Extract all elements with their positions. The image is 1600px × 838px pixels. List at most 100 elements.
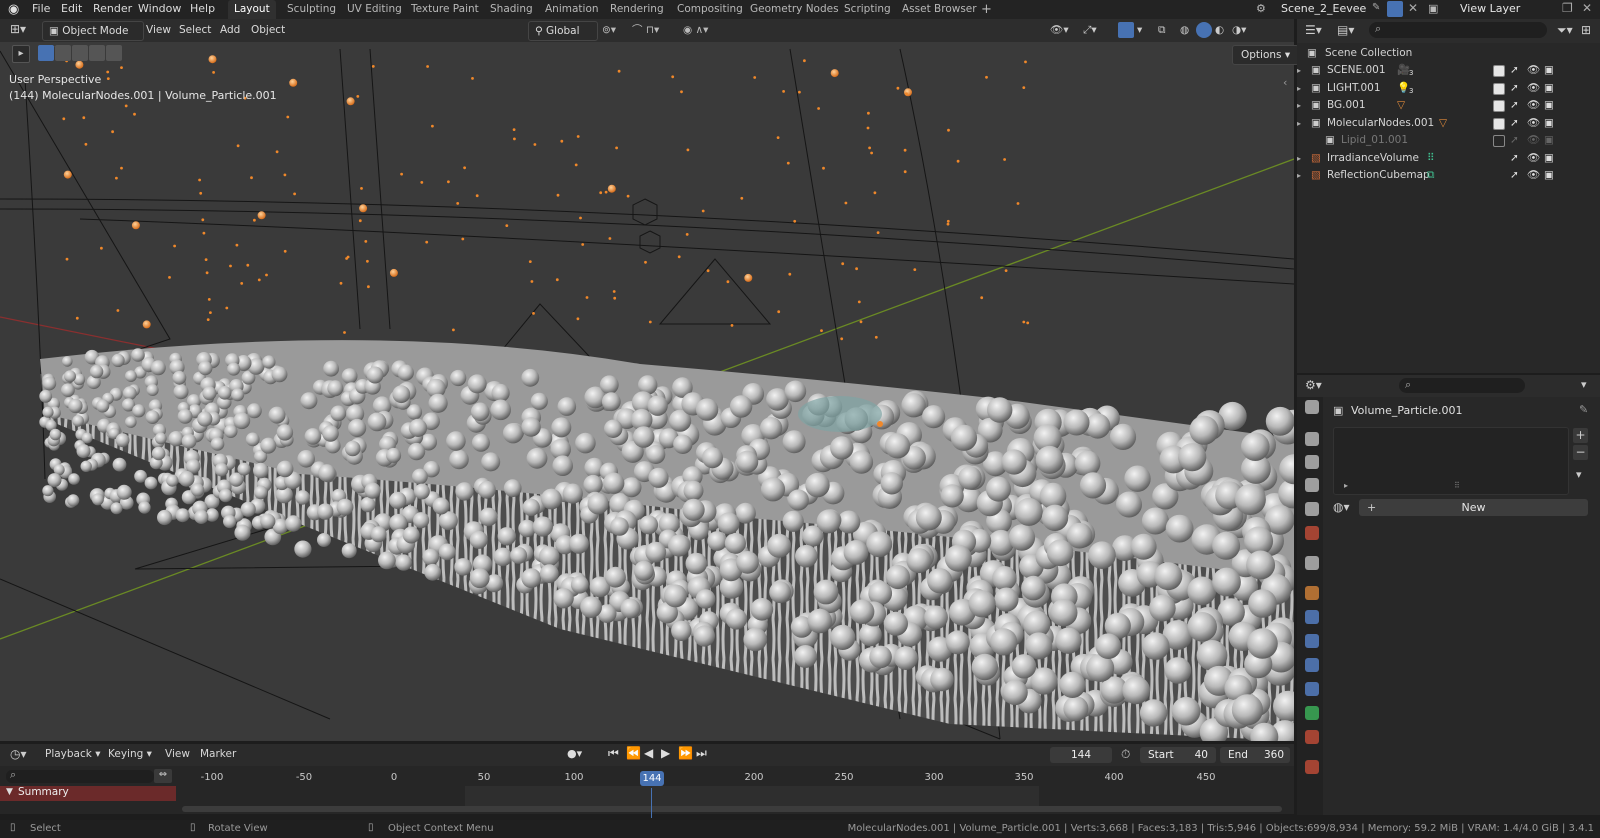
outliner-editor-icon[interactable]: ☰▾ xyxy=(1305,23,1322,37)
playhead-frame-indicator[interactable]: 144 xyxy=(640,771,664,786)
menu-render[interactable]: Render xyxy=(93,2,132,15)
menu-edit[interactable]: Edit xyxy=(61,2,82,15)
expand-arrow-icon[interactable]: ▸ xyxy=(1297,150,1301,167)
jump-start-icon[interactable]: ⏮ xyxy=(608,746,619,761)
overlays-icon[interactable] xyxy=(1118,22,1134,38)
collection-icon[interactable] xyxy=(1305,556,1319,570)
tab-shading[interactable]: Shading xyxy=(484,0,539,19)
eye-icon[interactable]: 👁 xyxy=(1527,115,1540,132)
expand-arrow-icon[interactable]: ▸ xyxy=(1297,115,1301,132)
timeline-search-input[interactable]: ⌕ xyxy=(6,768,154,783)
timeline-scrollbar[interactable] xyxy=(182,806,1282,812)
editor-type-icon[interactable]: ⊞▾ xyxy=(10,22,26,36)
scene-name[interactable]: Scene_2_Eevee xyxy=(1281,2,1366,15)
texture-icon[interactable] xyxy=(1305,760,1319,774)
tab-compositing[interactable]: Compositing xyxy=(671,0,749,19)
record-icon[interactable]: ●▾ xyxy=(567,747,582,760)
start-frame-field[interactable]: Start 40 xyxy=(1140,747,1216,763)
render-icon[interactable] xyxy=(1305,432,1319,446)
eye-icon[interactable]: 👁 xyxy=(1527,80,1540,97)
exclude-checkbox[interactable] xyxy=(1493,65,1505,77)
select-extend-icon[interactable] xyxy=(55,45,71,61)
selectable-icon[interactable]: ➚ xyxy=(1510,115,1519,132)
eye-icon[interactable]: 👁 xyxy=(1527,62,1540,79)
end-frame-field[interactable]: End 360 xyxy=(1220,747,1290,763)
chevron-down-icon[interactable]: ▾ xyxy=(1581,378,1587,391)
filter-icon[interactable]: ⏷▾ xyxy=(1557,23,1573,38)
add-slot-icon[interactable]: + xyxy=(1573,428,1588,443)
eye-icon[interactable]: 👁 xyxy=(1527,97,1540,114)
delete-scene-icon[interactable]: ✕ xyxy=(1408,1,1418,15)
sidebar-toggle-icon[interactable]: ‹ xyxy=(1283,76,1287,89)
summary-row[interactable]: ▼ Summary xyxy=(0,786,176,801)
camera-icon[interactable]: ▣ xyxy=(1544,97,1554,114)
solid-shading-icon[interactable] xyxy=(1196,22,1212,38)
select-box-icon[interactable] xyxy=(38,45,54,61)
delete-view-layer-icon[interactable]: ✕ xyxy=(1582,1,1592,15)
menu-help[interactable]: Help xyxy=(190,2,215,15)
menu-timeline-view[interactable]: View xyxy=(165,748,190,760)
eye-icon[interactable]: 👁 xyxy=(1527,150,1540,167)
exclude-checkbox[interactable] xyxy=(1493,100,1505,112)
tab-geometry-nodes[interactable]: Geometry Nodes xyxy=(744,0,845,19)
scene-icon[interactable]: ⚙ xyxy=(1256,2,1266,15)
expand-icon[interactable]: ▸ xyxy=(1344,481,1348,490)
new-collection-icon[interactable]: ⊞ xyxy=(1581,23,1591,37)
select-subtract-icon[interactable] xyxy=(72,45,88,61)
menu-keying[interactable]: Keying ▾ xyxy=(108,748,152,760)
mode-dropdown[interactable]: ▣ Object Mode ▾ xyxy=(42,21,144,55)
menu-object[interactable]: Object xyxy=(251,21,285,39)
display-mode-icon[interactable]: ▤▾ xyxy=(1337,23,1354,37)
wireframe-shading-icon[interactable]: ◍ xyxy=(1180,21,1189,39)
toolbar-toggle-icon[interactable]: ▸ xyxy=(12,45,30,63)
menu-playback[interactable]: Playback ▾ xyxy=(45,748,100,760)
gizmo-icon[interactable]: ⤢▾ xyxy=(1083,21,1097,39)
object-icon[interactable] xyxy=(1305,586,1319,600)
exclude-checkbox[interactable] xyxy=(1493,82,1505,95)
tab-scripting[interactable]: Scripting xyxy=(838,0,897,19)
exclude-checkbox[interactable] xyxy=(1493,135,1505,147)
jump-end-icon[interactable]: ⏭ xyxy=(696,746,707,761)
play-icon[interactable]: ▶ xyxy=(661,746,670,760)
rendered-shading-icon[interactable]: ◑▾ xyxy=(1232,21,1246,39)
tab-animation[interactable]: Animation xyxy=(539,0,605,19)
pin-icon[interactable]: ✎ xyxy=(1579,403,1588,416)
modifier-icon[interactable] xyxy=(1305,610,1319,624)
outliner-search-input[interactable]: ⌕ xyxy=(1369,22,1547,38)
prev-keyframe-icon[interactable]: ⏪ xyxy=(626,746,641,760)
menu-select[interactable]: Select xyxy=(179,21,211,39)
stopwatch-icon[interactable]: ⏱ xyxy=(1121,747,1130,762)
play-reverse-icon[interactable]: ◀ xyxy=(644,746,653,760)
data-icon[interactable] xyxy=(1305,706,1319,720)
tab-layout[interactable]: Layout xyxy=(228,0,276,19)
new-scene-icon[interactable] xyxy=(1387,1,1403,17)
browse-material-icon[interactable]: ◍▾ xyxy=(1333,500,1350,514)
overlays-dropdown-icon[interactable]: ▾ xyxy=(1137,21,1142,39)
new-material-button[interactable]: + New xyxy=(1359,499,1588,516)
swap-icon[interactable]: ⇔ xyxy=(154,769,172,783)
chevron-down-icon[interactable]: ▾ xyxy=(1576,468,1582,481)
tool-icon[interactable] xyxy=(1305,400,1319,414)
constraints-icon[interactable] xyxy=(1305,682,1319,696)
outliner-row[interactable]: ▸ ▣ MolecularNodes.001 ▽ ➚ 👁 ▣ xyxy=(1297,115,1600,132)
options-dropdown[interactable]: Options ▾ xyxy=(1232,45,1300,65)
camera-icon[interactable]: ▣ xyxy=(1544,132,1554,149)
3d-viewport[interactable] xyxy=(0,19,1294,741)
xray-icon[interactable]: ⧉ xyxy=(1158,21,1166,39)
tab-asset-browser[interactable]: Asset Browser xyxy=(896,0,983,19)
new-view-layer-icon[interactable]: ❐ xyxy=(1562,1,1573,15)
view-layer-name[interactable]: View Layer xyxy=(1460,2,1520,15)
selectable-icon[interactable]: ➚ xyxy=(1510,80,1519,97)
scene-collection-row[interactable]: ▣ Scene Collection xyxy=(1297,45,1600,62)
outliner-row[interactable]: ▣ Lipid_01.001 ➚ 👁 ▣ xyxy=(1297,132,1600,149)
output-icon[interactable] xyxy=(1305,455,1319,469)
camera-icon[interactable]: ▣ xyxy=(1544,167,1554,184)
select-invert-icon[interactable] xyxy=(89,45,105,61)
selectable-icon[interactable]: ➚ xyxy=(1510,132,1519,149)
menu-window[interactable]: Window xyxy=(138,2,181,15)
camera-icon[interactable]: ▣ xyxy=(1544,62,1554,79)
properties-editor-icon[interactable]: ⚙▾ xyxy=(1305,378,1322,392)
remove-slot-icon[interactable]: − xyxy=(1573,445,1588,460)
select-intersect-icon[interactable] xyxy=(106,45,122,61)
outliner-row[interactable]: ▸ ▣ BG.001 ▽ ➚ 👁 ▣ xyxy=(1297,97,1600,114)
